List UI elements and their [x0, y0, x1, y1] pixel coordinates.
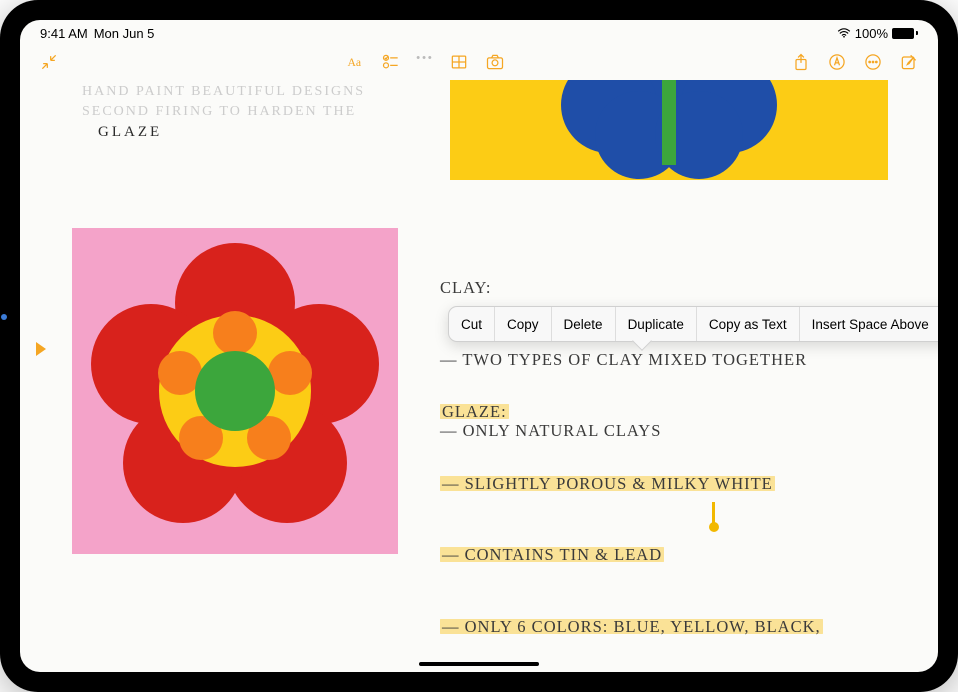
format-text-icon[interactable]: Aa [340, 47, 370, 77]
insertion-marker-icon[interactable] [36, 342, 46, 356]
glaze-line3: — ONLY 6 COLORS: BLUE, YELLOW, BLACK, [440, 617, 823, 636]
more-icon[interactable] [858, 47, 888, 77]
flower-illustration [72, 228, 398, 554]
glaze-notes[interactable]: GLAZE: — SLIGHTLY POROUS & MILKY WHITE —… [440, 352, 823, 672]
battery-icon [892, 28, 918, 39]
glaze-title: GLAZE: [440, 402, 509, 421]
clay-title: CLAY: [440, 276, 807, 300]
share-icon[interactable] [786, 47, 816, 77]
markup-icon[interactable] [822, 47, 852, 77]
table-icon[interactable] [444, 47, 474, 77]
status-time: 9:41 AM [40, 26, 88, 41]
toolbar: Aa ••• [20, 44, 938, 80]
faded-note-text: HAND PAINT BEAUTIFUL DESIGNS SECOND FIRI… [82, 82, 365, 121]
menu-insert-space-above[interactable]: Insert Space Above [800, 307, 938, 341]
menu-copy[interactable]: Copy [495, 307, 551, 341]
status-date: Mon Jun 5 [94, 26, 155, 41]
menu-copy-as-text[interactable]: Copy as Text [697, 307, 799, 341]
glaze-word: GLAZE [98, 122, 162, 144]
edit-menu: Cut Copy Delete Duplicate Copy as Text I… [448, 306, 938, 342]
menu-cut[interactable]: Cut [449, 307, 494, 341]
svg-text:Aa: Aa [348, 56, 362, 69]
wifi-icon [837, 26, 851, 41]
glaze-line2: — CONTAINS TIN & LEAD [440, 545, 664, 564]
status-bar: 9:41 AM Mon Jun 5 100% [20, 20, 938, 44]
home-indicator[interactable] [419, 662, 539, 666]
selection-handle[interactable] [712, 502, 715, 524]
glaze-line1: — SLIGHTLY POROUS & MILKY WHITE [440, 474, 775, 493]
camera-dot [1, 314, 7, 320]
checklist-icon[interactable] [376, 47, 406, 77]
menu-duplicate[interactable]: Duplicate [616, 307, 696, 341]
tile-illustration-top [450, 80, 888, 180]
collapse-icon[interactable] [34, 47, 64, 77]
menu-delete[interactable]: Delete [552, 307, 615, 341]
camera-icon[interactable] [480, 47, 510, 77]
compose-icon[interactable] [894, 47, 924, 77]
battery-percent: 100% [855, 26, 888, 41]
grabber-icon: ••• [412, 52, 438, 64]
